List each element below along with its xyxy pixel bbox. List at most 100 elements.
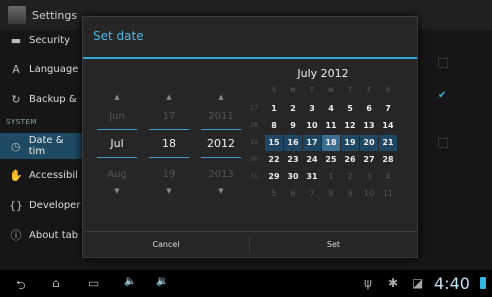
checkmark-icon: ✔ [438, 90, 447, 101]
day-down-arrow-icon[interactable]: ▼ [149, 187, 189, 195]
month-next[interactable]: Aug [97, 169, 137, 180]
lock-icon: ▬ [10, 33, 22, 47]
debug-icon: ✱ [388, 276, 399, 290]
calendar-day-of-week: S [272, 87, 276, 94]
calendar-day[interactable]: 27 [360, 152, 378, 168]
day-select-line [149, 129, 189, 130]
calendar-day[interactable]: 10 [360, 186, 378, 202]
calendar-day[interactable]: 19 [341, 135, 359, 151]
year-down-arrow-icon[interactable]: ▼ [201, 187, 241, 195]
set-date-dialog: Set date ▲ Jun Jul Aug ▼ ▲ 17 18 19 ▼ ▲ … [82, 16, 418, 258]
sidebar-item-accessibility[interactable]: ✋ Accessibil [0, 162, 82, 188]
calendar-day[interactable]: 8 [265, 118, 283, 134]
checkbox[interactable] [438, 138, 448, 148]
year-picker[interactable]: ▲ 2011 2012 2013 ▼ [201, 91, 241, 221]
calendar-day[interactable]: 11 [322, 118, 340, 134]
day-picker[interactable]: ▲ 17 18 19 ▼ [149, 91, 189, 221]
back-icon[interactable]: ⮌ [16, 276, 26, 297]
calendar-day[interactable]: 15 [265, 135, 283, 151]
calendar-day[interactable]: 13 [360, 118, 378, 134]
calendar-day[interactable]: 18 [322, 135, 340, 151]
settings-app-icon [8, 6, 26, 24]
year-prev[interactable]: 2011 [201, 111, 241, 122]
clock-icon: ◷ [11, 139, 21, 153]
calendar-day[interactable]: 1 [322, 169, 340, 185]
calendar-day[interactable]: 2 [284, 101, 302, 117]
calendar-day[interactable]: 30 [284, 169, 302, 185]
calendar-day[interactable]: 2 [341, 169, 359, 185]
calendar-day[interactable]: 16 [284, 135, 302, 151]
backup-icon: ↻ [11, 92, 21, 106]
calendar-day[interactable]: 17 [303, 135, 321, 151]
home-icon[interactable]: ⌂ [52, 276, 60, 290]
system-navigation-bar: ⮌ ⌂ ▭ 🔈 🔉 ψ ✱ ◪ 4:40 [0, 270, 492, 297]
calendar-day[interactable]: 10 [303, 118, 321, 134]
day-up-arrow-icon[interactable]: ▲ [149, 93, 189, 101]
sidebar-item-about[interactable]: ⓘ About tab [0, 222, 82, 248]
checkbox[interactable] [438, 58, 448, 68]
calendar-day[interactable]: 9 [341, 186, 359, 202]
cancel-button[interactable]: Cancel [83, 232, 249, 258]
calendar-day[interactable]: 31 [303, 169, 321, 185]
signal-icon: ◪ [412, 276, 424, 290]
calendar-day[interactable]: 3 [360, 169, 378, 185]
calendar-day[interactable]: 4 [379, 169, 397, 185]
sidebar-item-label: Language [29, 63, 79, 75]
year-select-line [201, 157, 241, 158]
year-current[interactable]: 2012 [201, 137, 241, 150]
calendar-day[interactable]: 29 [265, 169, 283, 185]
calendar-day[interactable]: 8 [322, 186, 340, 202]
month-down-arrow-icon[interactable]: ▼ [97, 187, 137, 195]
sidebar-item-date-time[interactable]: ◷ Date & tim [0, 133, 82, 159]
sidebar-item-backup[interactable]: ↻ Backup & [0, 86, 82, 112]
year-up-arrow-icon[interactable]: ▲ [201, 93, 241, 101]
day-current[interactable]: 18 [149, 137, 189, 150]
calendar-day[interactable]: 26 [341, 152, 359, 168]
hand-icon: ✋ [9, 168, 23, 182]
calendar-day[interactable]: 3 [303, 101, 321, 117]
day-prev[interactable]: 17 [149, 111, 189, 122]
sidebar-item-developer[interactable]: {} Developer [0, 192, 82, 218]
calendar-day[interactable]: 21 [379, 135, 397, 151]
calendar-day[interactable]: 11 [379, 186, 397, 202]
month-up-arrow-icon[interactable]: ▲ [97, 93, 137, 101]
calendar-day[interactable]: 14 [379, 118, 397, 134]
month-prev[interactable]: Jun [97, 111, 137, 122]
set-button[interactable]: Set [250, 232, 417, 258]
calendar-day-of-week: T [310, 87, 314, 94]
year-next[interactable]: 2013 [201, 169, 241, 180]
sidebar-item-label: Security [29, 34, 71, 46]
calendar-day[interactable]: 9 [284, 118, 302, 134]
battery-icon [480, 277, 486, 289]
calendar-view: July 2012 S M T W T F S 27 1 2 3 4 5 6 7 28 8 9 10 11 12 13 14… [247, 63, 399, 233]
calendar-day[interactable]: 22 [265, 152, 283, 168]
month-picker[interactable]: ▲ Jun Jul Aug ▼ [97, 91, 137, 221]
calendar-day[interactable]: 7 [379, 101, 397, 117]
language-icon: A [12, 62, 20, 76]
day-next[interactable]: 19 [149, 169, 189, 180]
calendar-day[interactable]: 6 [284, 186, 302, 202]
calendar-day[interactable]: 4 [322, 101, 340, 117]
sidebar-item-language[interactable]: A Language [0, 56, 82, 82]
calendar-day[interactable]: 20 [360, 135, 378, 151]
status-clock: 4:40 [434, 274, 470, 293]
calendar-day[interactable]: 6 [360, 101, 378, 117]
calendar-day[interactable]: 5 [341, 101, 359, 117]
calendar-day[interactable]: 24 [303, 152, 321, 168]
calendar-day[interactable]: 5 [265, 186, 283, 202]
calendar-day-of-week: M [290, 87, 296, 94]
volume-up-icon[interactable]: 🔉 [156, 276, 168, 287]
calendar-week-number: 30 [250, 156, 258, 163]
volume-down-icon[interactable]: 🔈 [124, 276, 136, 287]
sidebar-item-security[interactable]: ▬ Security [0, 27, 82, 53]
recent-apps-icon[interactable]: ▭ [88, 276, 99, 290]
sidebar-item-label: About tab [29, 229, 79, 241]
calendar-day[interactable]: 23 [284, 152, 302, 168]
calendar-day[interactable]: 28 [379, 152, 397, 168]
month-current[interactable]: Jul [97, 137, 137, 150]
calendar-day[interactable]: 12 [341, 118, 359, 134]
calendar-day[interactable]: 25 [322, 152, 340, 168]
usb-icon: ψ [364, 276, 372, 290]
calendar-day[interactable]: 1 [265, 101, 283, 117]
calendar-day[interactable]: 7 [303, 186, 321, 202]
